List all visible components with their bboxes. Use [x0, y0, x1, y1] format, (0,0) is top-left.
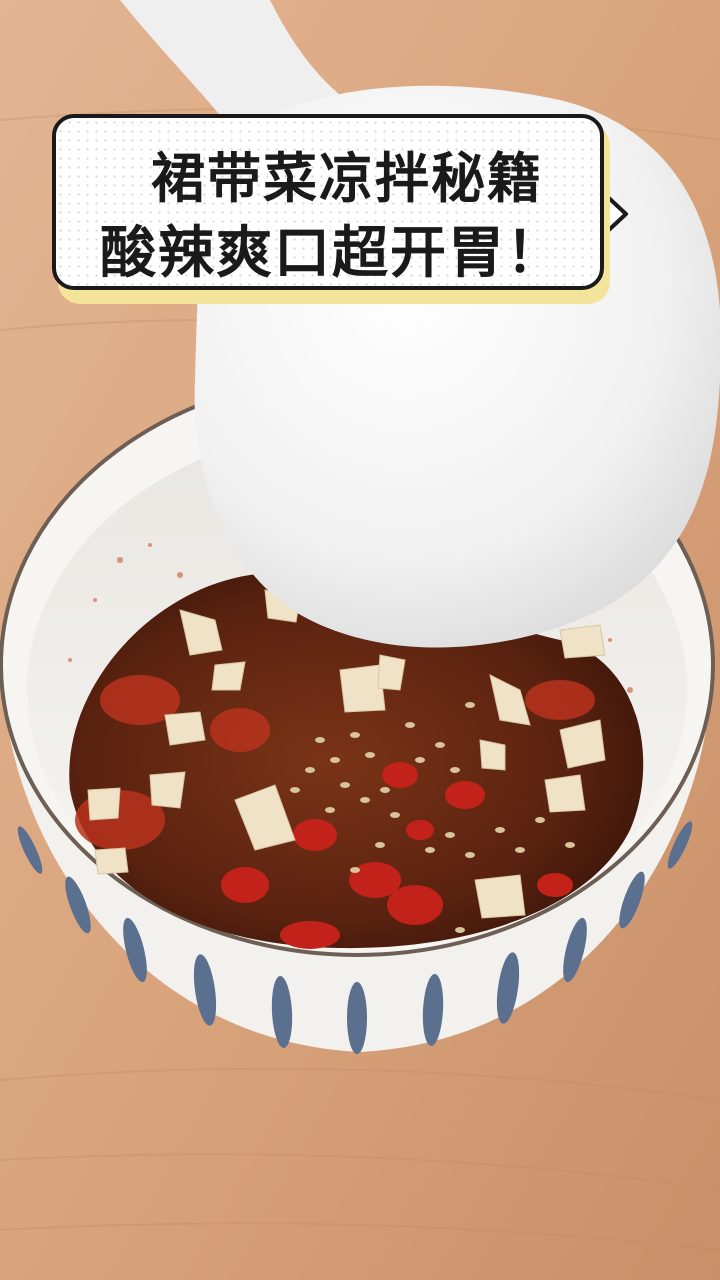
caption-box: 裙带菜凉拌秘籍 酸辣爽口超开胃！	[52, 114, 604, 290]
caption-line-2: 酸辣爽口超开胃！	[100, 221, 564, 286]
caption-line-1: 裙带菜凉拌秘籍	[151, 147, 543, 210]
caption-bubble: 裙带菜凉拌秘籍 酸辣爽口超开胃！	[52, 114, 632, 310]
